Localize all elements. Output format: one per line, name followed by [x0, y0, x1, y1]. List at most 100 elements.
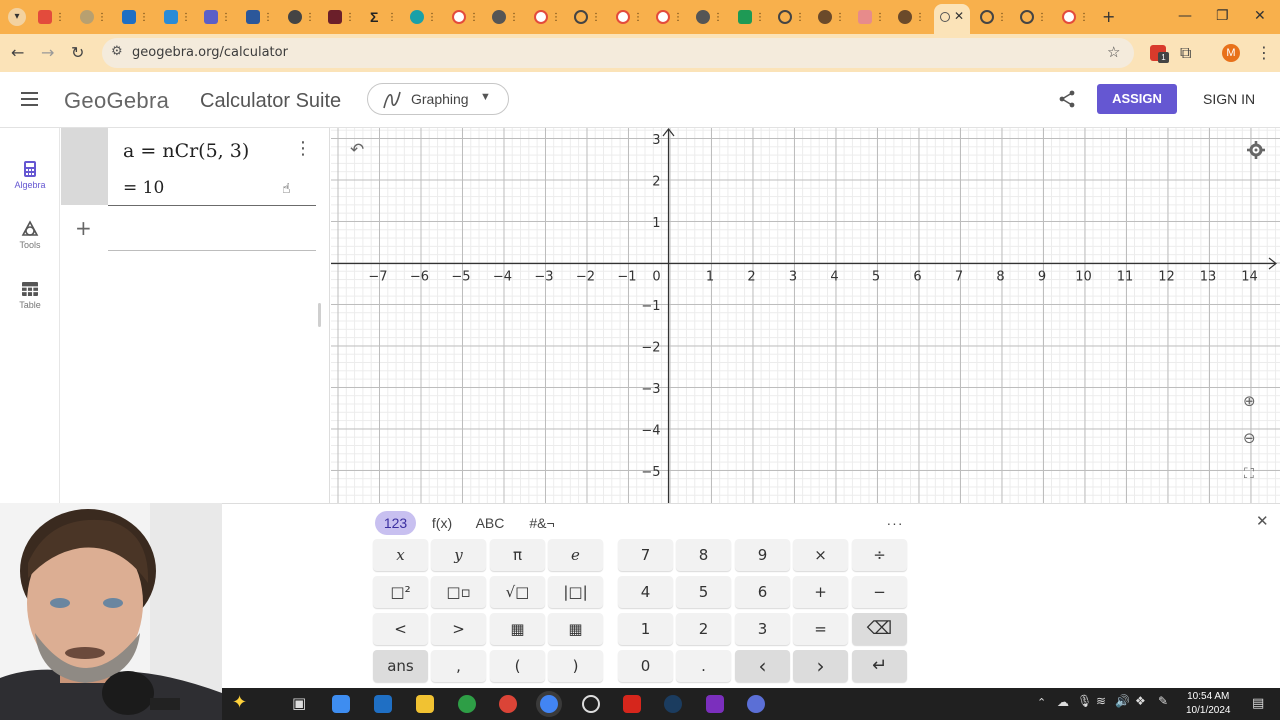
- tab-openai-2[interactable]: ⋮: [778, 8, 814, 26]
- key-x[interactable]: x: [373, 539, 428, 571]
- close-tab-icon[interactable]: ✕: [954, 9, 964, 23]
- dropbox-icon[interactable]: ❖: [1135, 694, 1146, 708]
- rail-item-algebra[interactable]: Algebra: [0, 160, 60, 190]
- kb-tab-abc[interactable]: ABC: [470, 511, 510, 535]
- acrobat-icon[interactable]: [623, 695, 641, 713]
- key-2[interactable]: 2: [676, 613, 731, 645]
- tab-github-2[interactable]: ⋮: [492, 8, 528, 26]
- key-9[interactable]: 9: [735, 539, 790, 571]
- file-explorer-icon[interactable]: [416, 695, 434, 713]
- onedrive-icon[interactable]: ☁: [1057, 695, 1069, 709]
- url-field[interactable]: ⚙ geogebra.org/calculator ☆: [102, 38, 1134, 68]
- tab-search-button[interactable]: ▾: [8, 8, 26, 26]
- key-5[interactable]: 5: [676, 576, 731, 608]
- outlook-icon[interactable]: [374, 695, 392, 713]
- wifi-icon[interactable]: ≋: [1096, 694, 1106, 708]
- kb-tab-symbols[interactable]: #&¬: [522, 511, 562, 535]
- browser-menu-icon[interactable]: ⋮: [1256, 43, 1272, 62]
- settings-gear-icon[interactable]: [1247, 141, 1265, 159]
- window-close-icon[interactable]: ✕: [1254, 8, 1266, 24]
- key-less-than[interactable]: <: [373, 613, 428, 645]
- tab-1[interactable]: ⋮: [80, 8, 116, 26]
- copilot-sparkle-icon[interactable]: ✦: [232, 692, 247, 713]
- close-keyboard-icon[interactable]: ✕: [1256, 512, 1269, 530]
- tab-openai-3[interactable]: ⋮: [980, 8, 1016, 26]
- key-e[interactable]: e: [548, 539, 603, 571]
- tab-gmail[interactable]: ⋮: [38, 8, 74, 26]
- menu-icon[interactable]: [21, 92, 38, 106]
- forward-icon[interactable]: →: [41, 43, 54, 62]
- minimize-icon[interactable]: —: [1178, 8, 1192, 24]
- extension-icon[interactable]: 1: [1150, 45, 1169, 63]
- tab-openai-4[interactable]: ⋮: [1020, 8, 1056, 26]
- chrome-icon-2[interactable]: [499, 695, 517, 713]
- tab-google-5[interactable]: ⋮: [1062, 8, 1098, 26]
- key-divide[interactable]: ÷: [852, 539, 907, 571]
- add-item-button[interactable]: +: [75, 216, 92, 240]
- key-pi[interactable]: π: [490, 539, 545, 571]
- geogebra-logo[interactable]: GeoGebra: [64, 88, 169, 114]
- zoom-in-icon[interactable]: ⊕: [1243, 392, 1256, 410]
- restore-icon[interactable]: ❐: [1216, 8, 1229, 24]
- key-decimal[interactable]: .: [676, 650, 731, 682]
- key-sqrt[interactable]: √□: [490, 576, 545, 608]
- task-view-icon[interactable]: ▣: [292, 694, 306, 712]
- row-marker[interactable]: [61, 128, 108, 205]
- tab-google-2[interactable]: ⋮: [534, 8, 570, 26]
- share-icon[interactable]: [1058, 90, 1076, 108]
- chrome-icon-active[interactable]: [540, 695, 558, 713]
- rail-item-table[interactable]: Table: [0, 280, 60, 310]
- key-0[interactable]: 0: [618, 650, 673, 682]
- key-greater-than[interactable]: >: [431, 613, 486, 645]
- key-plus[interactable]: +: [793, 576, 848, 608]
- kb-more-icon[interactable]: ···: [878, 511, 912, 535]
- more-options-icon[interactable]: ⋮: [294, 138, 312, 159]
- system-clock[interactable]: 10:54 AM 10/1/2024: [1186, 690, 1231, 718]
- assign-button[interactable]: ASSIGN: [1097, 84, 1177, 114]
- tab-openai-1[interactable]: ⋮: [574, 8, 610, 26]
- fullscreen-icon[interactable]: ⛶: [1244, 466, 1254, 482]
- kb-tab-fx[interactable]: f(x): [426, 511, 458, 535]
- tab-teams[interactable]: ⋮: [204, 8, 240, 26]
- steam-icon[interactable]: [664, 695, 682, 713]
- algebra-input-row[interactable]: a = nCr(5, 3): [123, 140, 249, 162]
- key-8[interactable]: 8: [676, 539, 731, 571]
- key-open-paren[interactable]: (: [490, 650, 545, 682]
- volume-icon[interactable]: 🔊: [1115, 694, 1130, 708]
- key-6[interactable]: 6: [735, 576, 790, 608]
- tab-chrome-1[interactable]: ⋮: [818, 8, 854, 26]
- tab-github[interactable]: ⋮: [288, 8, 324, 26]
- tab-photos[interactable]: ⋮: [858, 8, 894, 26]
- notifications-icon[interactable]: ▤: [1252, 695, 1264, 711]
- undo-icon[interactable]: ↶: [350, 140, 364, 160]
- panel-resize-handle[interactable]: [318, 303, 321, 327]
- tab-google-3[interactable]: ⋮: [616, 8, 652, 26]
- graphics-view[interactable]: −7 −6 −5 −4 −3 −2 −1 0 1 2 3 4 5 6 7 8 9 10 11 12 13 14 3 2 1 −1…: [331, 128, 1280, 503]
- tab-google-1[interactable]: ⋮: [452, 8, 488, 26]
- tab-edge[interactable]: ⋮: [164, 8, 200, 26]
- tray-chevron-icon[interactable]: ⌃: [1037, 696, 1046, 709]
- tab-sigma[interactable]: Σ ⋮: [370, 8, 406, 26]
- tab-chrome-2[interactable]: ⋮: [898, 8, 934, 26]
- pen-icon[interactable]: ✎: [1158, 694, 1168, 708]
- tab-outlook[interactable]: ⋮: [122, 8, 158, 26]
- key-comma[interactable]: ,: [431, 650, 486, 682]
- microphone-icon[interactable]: 🎙: [1077, 694, 1092, 708]
- key-abs[interactable]: |□|: [548, 576, 603, 608]
- key-ans[interactable]: ans: [373, 650, 428, 682]
- profile-avatar[interactable]: M: [1222, 44, 1240, 62]
- reload-icon[interactable]: ↻: [71, 43, 84, 62]
- key-close-paren[interactable]: ): [548, 650, 603, 682]
- key-4[interactable]: 4: [618, 576, 673, 608]
- zoom-out-icon[interactable]: ⊖: [1243, 429, 1256, 447]
- key-multiply[interactable]: ×: [793, 539, 848, 571]
- chrome-icon[interactable]: [458, 695, 476, 713]
- kb-tab-123[interactable]: 123: [375, 511, 416, 535]
- tab-google-4[interactable]: ⋮: [656, 8, 692, 26]
- onenote-icon[interactable]: [706, 695, 724, 713]
- key-fraction[interactable]: ▦: [490, 613, 545, 645]
- rail-item-tools[interactable]: Tools: [0, 220, 60, 250]
- enter-icon[interactable]: ↵: [852, 650, 907, 682]
- key-7[interactable]: 7: [618, 539, 673, 571]
- tab-sheets[interactable]: ⋮: [738, 8, 774, 26]
